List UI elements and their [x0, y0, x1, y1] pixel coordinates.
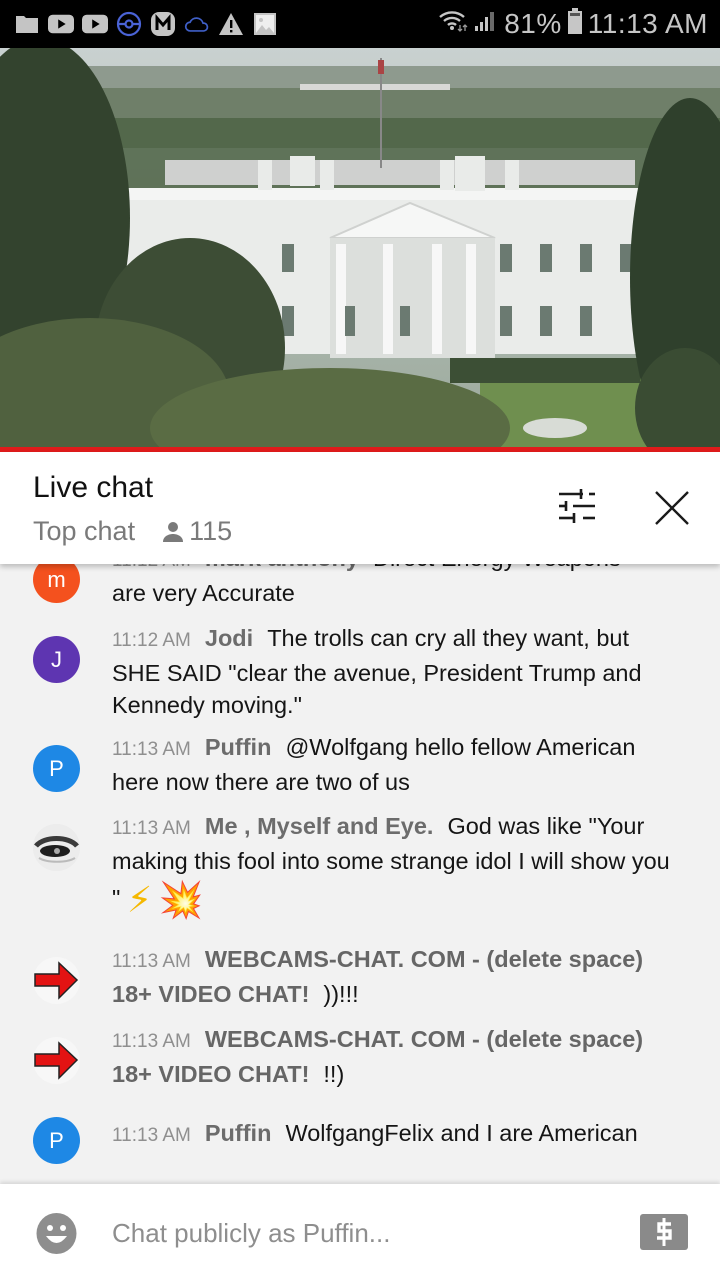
chat-message: J 11:12 AM Jodi The trolls can cry all the…: [0, 622, 720, 722]
message-timestamp: 11:13 AM: [112, 951, 191, 972]
notification-icons: [14, 11, 278, 37]
message-body: 11:13 AM Me , Myself and Eye. God was like…: [112, 810, 672, 923]
image-icon: [252, 11, 278, 37]
m-app-icon: [150, 11, 176, 37]
lightning-emoji: ⚡: [126, 879, 153, 920]
chat-filter-button[interactable]: [552, 486, 602, 526]
battery-icon: [567, 7, 582, 41]
person-icon: [163, 521, 184, 542]
avatar[interactable]: [33, 1037, 80, 1084]
folder-icon: [14, 11, 40, 37]
message-text: are very Accurate: [112, 580, 295, 606]
cloud-icon: [184, 11, 210, 37]
youtube-icon: [48, 11, 74, 37]
clock: 11:13 AM: [587, 8, 708, 39]
message-text: WolfgangFelix and I are American: [285, 1120, 638, 1146]
message-author[interactable]: Jodi: [205, 625, 253, 651]
viewer-count: 115: [161, 516, 232, 547]
message-text: !!): [323, 1061, 345, 1087]
chat-message: P 11:13 AM Puffin @Wolfgang hello fellow A…: [0, 731, 720, 801]
chat-message-input[interactable]: [112, 1210, 592, 1256]
sliders-icon: [559, 489, 595, 523]
video-player[interactable]: [0, 48, 720, 450]
avatar[interactable]: J: [33, 636, 80, 683]
avatar[interactable]: [33, 957, 80, 1004]
message-author[interactable]: Puffin: [205, 734, 272, 760]
message-timestamp: 11:13 AM: [112, 739, 191, 760]
avatar-letter: m: [47, 566, 66, 592]
message-author[interactable]: Puffin: [205, 1120, 272, 1146]
chat-title: Live chat: [33, 471, 154, 504]
message-timestamp: 11:13 AM: [112, 1125, 191, 1146]
pokeball-icon: [116, 11, 142, 37]
message-author[interactable]: WEBCAMS-CHAT. COM - (delete space) 18+ V…: [112, 1026, 643, 1087]
chat-message: 11:13 AM Me , Myself and Eye. God was like…: [0, 810, 720, 930]
dollar-icon: [657, 1218, 672, 1246]
red-arrow-icon: [33, 1037, 80, 1084]
close-chat-button[interactable]: [648, 484, 696, 532]
emoji-button[interactable]: [36, 1213, 77, 1254]
message-body: 11:12 AM Jodi The trolls can cry all they …: [112, 622, 672, 721]
chat-message-list[interactable]: m 11:12 AMmark anthonyDirect Energy Weap…: [0, 540, 720, 1185]
chat-message: 11:13 AM WEBCAMS-CHAT. COM - (delete spac…: [0, 943, 720, 1013]
red-arrow-icon: [33, 957, 80, 1004]
battery-percent: 81%: [504, 8, 562, 39]
video-frame: [0, 48, 720, 450]
message-author[interactable]: WEBCAMS-CHAT. COM - (delete space) 18+ V…: [112, 946, 643, 1007]
signal-icon: [474, 8, 498, 40]
message-body: 11:13 AM Puffin @Wolfgang hello fellow Ame…: [112, 731, 672, 798]
smiley-icon: [36, 1213, 77, 1254]
message-timestamp: 11:13 AM: [112, 1031, 191, 1052]
chat-mode-selector[interactable]: Top chat: [33, 516, 135, 547]
collision-emoji: 💥: [158, 879, 204, 920]
screen: 81% 11:13 AM Live chat Top chat 115 m ar…: [0, 0, 720, 1280]
eye-photo-avatar: [33, 824, 80, 871]
system-status: 81% 11:13 AM: [438, 7, 708, 41]
message-timestamp: 11:12 AM: [112, 630, 191, 651]
message-text: ))!!!: [323, 981, 359, 1007]
message-author[interactable]: Me , Myself and Eye.: [205, 813, 434, 839]
message-body: 11:13 AM WEBCAMS-CHAT. COM - (delete spac…: [112, 1023, 672, 1090]
chat-header: Live chat Top chat 115: [0, 452, 720, 564]
avatar[interactable]: P: [33, 745, 80, 792]
chat-message: P 11:13 AM Puffin WolfgangFelix and I are …: [0, 1114, 720, 1164]
avatar-letter: P: [49, 1127, 64, 1153]
avatar-letter: P: [49, 755, 64, 781]
chat-input-bar: [0, 1184, 720, 1280]
close-icon: [655, 491, 689, 525]
youtube-icon: [82, 11, 108, 37]
wifi-icon: [438, 8, 468, 40]
warning-icon: [218, 11, 244, 37]
avatar[interactable]: [33, 824, 80, 871]
status-bar: 81% 11:13 AM: [0, 0, 720, 48]
chat-message: 11:13 AM WEBCAMS-CHAT. COM - (delete spac…: [0, 1023, 720, 1093]
avatar[interactable]: P: [33, 1117, 80, 1164]
chat-subheader: Top chat 115: [33, 516, 232, 547]
message-text: The trolls can cry all they want, but SH…: [112, 625, 642, 718]
super-chat-button[interactable]: [640, 1214, 688, 1250]
message-body: 11:13 AM Puffin WolfgangFelix and I are Am…: [112, 1117, 672, 1152]
viewer-count-value: 115: [189, 516, 233, 546]
message-body: 11:13 AM WEBCAMS-CHAT. COM - (delete spac…: [112, 943, 672, 1010]
avatar-letter: J: [51, 646, 62, 672]
message-timestamp: 11:13 AM: [112, 818, 191, 839]
